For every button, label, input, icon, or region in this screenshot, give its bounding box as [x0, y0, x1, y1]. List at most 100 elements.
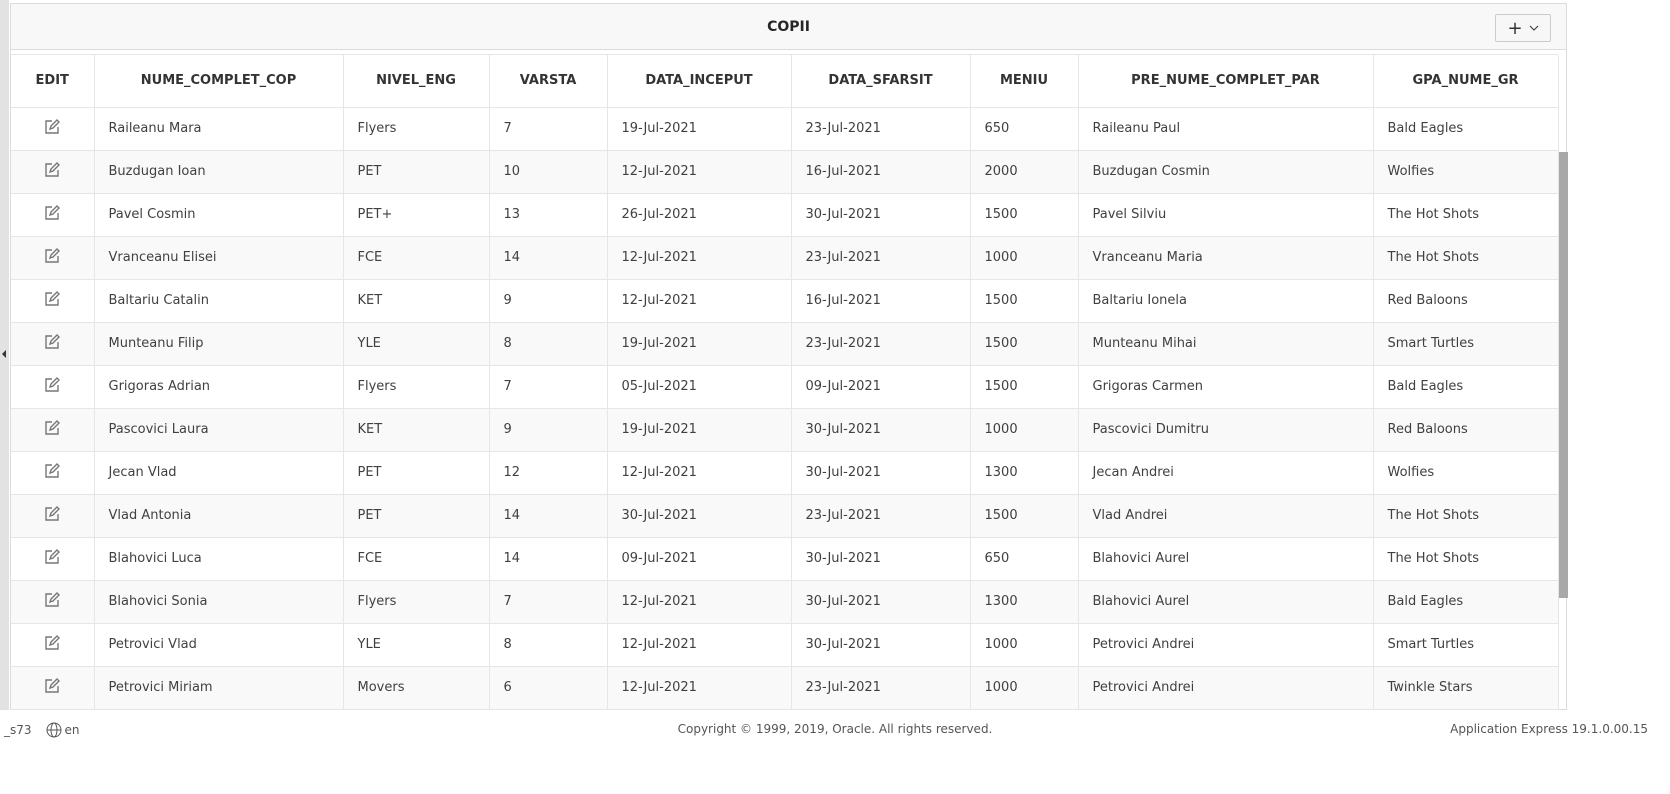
vertical-scrollbar[interactable]: [1559, 152, 1568, 598]
column-header-data-sfarsit[interactable]: DATA_SFARSIT: [791, 55, 971, 108]
cell-nivel-eng: Flyers: [343, 365, 490, 409]
cell-nume-complet-cop: Grigoras Adrian: [94, 365, 344, 409]
cell-varsta: 14: [489, 236, 608, 280]
cell-data-sfarsit: 23-Jul-2021: [791, 666, 971, 710]
cell-nivel-eng: Flyers: [343, 580, 490, 624]
cell-nivel-eng: YLE: [343, 322, 490, 366]
edit-icon[interactable]: [43, 548, 61, 570]
column-header-edit[interactable]: EDIT: [11, 55, 95, 108]
edit-icon[interactable]: [43, 634, 61, 656]
table-row: Vlad Antonia PET 14 30-Jul-2021 23-Jul-2021 1…: [11, 494, 1559, 538]
cell-data-sfarsit: 09-Jul-2021: [791, 365, 971, 409]
cell-data-inceput: 26-Jul-2021: [607, 193, 792, 237]
cell-nume-complet-cop: Raileanu Mara: [94, 107, 344, 151]
cell-meniu: 1000: [970, 623, 1079, 667]
cell-varsta: 14: [489, 494, 608, 538]
edit-cell: [11, 279, 95, 323]
cell-gpa-nume-gr: Bald Eagles: [1373, 365, 1559, 409]
cell-nume-complet-cop: Buzdugan Ioan: [94, 150, 344, 194]
add-menu-button[interactable]: +: [1495, 14, 1551, 42]
cell-varsta: 9: [489, 408, 608, 452]
column-header-gpa-nume-gr[interactable]: GPA_NUME_GR: [1373, 55, 1559, 108]
edit-icon[interactable]: [43, 118, 61, 140]
column-header-data-inceput[interactable]: DATA_INCEPUT: [607, 55, 792, 108]
cell-nume-complet-cop: Petrovici Vlad: [94, 623, 344, 667]
cell-gpa-nume-gr: The Hot Shots: [1373, 537, 1559, 581]
edit-icon[interactable]: [43, 290, 61, 312]
cell-pre-nume-complet-par: Pavel Silviu: [1078, 193, 1374, 237]
cell-data-sfarsit: 30-Jul-2021: [791, 580, 971, 624]
cell-nivel-eng: PET: [343, 150, 490, 194]
cell-nume-complet-cop: Pavel Cosmin: [94, 193, 344, 237]
cell-pre-nume-complet-par: Petrovici Andrei: [1078, 623, 1374, 667]
cell-gpa-nume-gr: Smart Turtles: [1373, 322, 1559, 366]
edit-icon[interactable]: [43, 462, 61, 484]
edit-icon[interactable]: [43, 333, 61, 355]
table-row: Baltariu Catalin KET 9 12-Jul-2021 16-Jul-20…: [11, 279, 1559, 323]
cell-nivel-eng: Flyers: [343, 107, 490, 151]
side-collapse-bar[interactable]: [0, 0, 9, 710]
cell-pre-nume-complet-par: Pascovici Dumitru: [1078, 408, 1374, 452]
cell-varsta: 6: [489, 666, 608, 710]
column-header-nivel-eng[interactable]: NIVEL_ENG: [343, 55, 490, 108]
column-header-varsta[interactable]: VARSTA: [489, 55, 608, 108]
table-row: Pascovici Laura KET 9 19-Jul-2021 30-Jul-202…: [11, 408, 1559, 452]
cell-pre-nume-complet-par: Grigoras Carmen: [1078, 365, 1374, 409]
table-row: Jecan Vlad PET 12 12-Jul-2021 30-Jul-2021 130…: [11, 451, 1559, 495]
column-header-nume-complet-cop[interactable]: NUME_COMPLET_COP: [94, 55, 344, 108]
cell-meniu: 1300: [970, 580, 1079, 624]
cell-data-sfarsit: 23-Jul-2021: [791, 322, 971, 366]
table-row: Pavel Cosmin PET+ 13 26-Jul-2021 30-Jul-2021…: [11, 193, 1559, 237]
cell-nivel-eng: YLE: [343, 623, 490, 667]
collapse-arrow-icon[interactable]: [2, 350, 6, 358]
cell-nume-complet-cop: Baltariu Catalin: [94, 279, 344, 323]
cell-nivel-eng: PET+: [343, 193, 490, 237]
cell-gpa-nume-gr: Bald Eagles: [1373, 107, 1559, 151]
cell-meniu: 1500: [970, 494, 1079, 538]
column-header-pre-nume-complet-par[interactable]: PRE_NUME_COMPLET_PAR: [1078, 55, 1374, 108]
cell-gpa-nume-gr: The Hot Shots: [1373, 193, 1559, 237]
edit-icon[interactable]: [43, 591, 61, 613]
column-header-meniu[interactable]: MENIU: [970, 55, 1079, 108]
cell-varsta: 8: [489, 322, 608, 366]
cell-data-sfarsit: 30-Jul-2021: [791, 193, 971, 237]
cell-data-inceput: 30-Jul-2021: [607, 494, 792, 538]
cell-varsta: 13: [489, 193, 608, 237]
cell-meniu: 1500: [970, 365, 1079, 409]
region-title: COPII: [767, 19, 810, 35]
edit-icon[interactable]: [43, 161, 61, 183]
cell-data-inceput: 05-Jul-2021: [607, 365, 792, 409]
edit-cell: [11, 666, 95, 710]
cell-gpa-nume-gr: Red Baloons: [1373, 279, 1559, 323]
edit-icon[interactable]: [43, 376, 61, 398]
cell-varsta: 7: [489, 365, 608, 409]
region-header: COPII +: [11, 4, 1566, 50]
cell-data-inceput: 09-Jul-2021: [607, 537, 792, 581]
cell-data-inceput: 12-Jul-2021: [607, 279, 792, 323]
cell-data-inceput: 12-Jul-2021: [607, 623, 792, 667]
table-row: Grigoras Adrian Flyers 7 05-Jul-2021 09-Jul-…: [11, 365, 1559, 409]
cell-pre-nume-complet-par: Munteanu Mihai: [1078, 322, 1374, 366]
cell-meniu: 1500: [970, 322, 1079, 366]
cell-nume-complet-cop: Vranceanu Elisei: [94, 236, 344, 280]
cell-gpa-nume-gr: Twinkle Stars: [1373, 666, 1559, 710]
cell-nivel-eng: PET: [343, 451, 490, 495]
edit-cell: [11, 494, 95, 538]
copyright: Copyright © 1999, 2019, Oracle. All righ…: [677, 722, 993, 736]
cell-meniu: 650: [970, 107, 1079, 151]
edit-cell: [11, 150, 95, 194]
edit-icon[interactable]: [43, 677, 61, 699]
edit-cell: [11, 580, 95, 624]
cell-nivel-eng: KET: [343, 279, 490, 323]
cell-pre-nume-complet-par: Baltariu Ionela: [1078, 279, 1374, 323]
edit-icon[interactable]: [43, 505, 61, 527]
chevron-down-icon: [1529, 25, 1538, 31]
cell-data-sfarsit: 23-Jul-2021: [791, 494, 971, 538]
cell-pre-nume-complet-par: Vranceanu Maria: [1078, 236, 1374, 280]
edit-icon[interactable]: [43, 247, 61, 269]
cell-gpa-nume-gr: The Hot Shots: [1373, 494, 1559, 538]
cell-data-inceput: 19-Jul-2021: [607, 107, 792, 151]
edit-icon[interactable]: [43, 204, 61, 226]
cell-gpa-nume-gr: Red Baloons: [1373, 408, 1559, 452]
edit-icon[interactable]: [43, 419, 61, 441]
